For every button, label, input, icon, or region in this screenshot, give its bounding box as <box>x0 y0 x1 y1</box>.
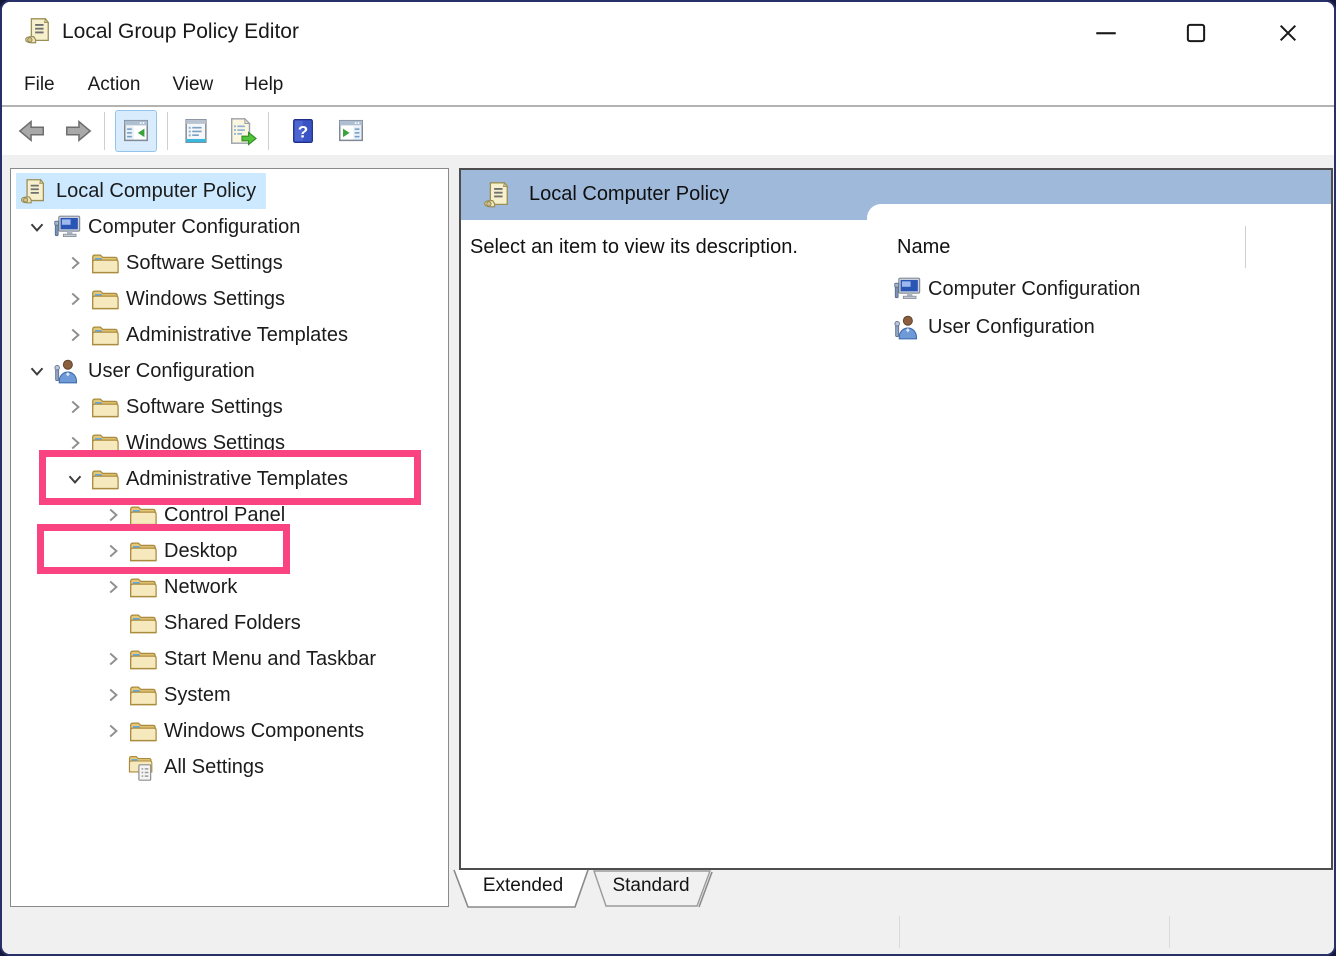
tree-item-system[interactable]: System <box>11 677 535 713</box>
folder-icon <box>90 320 120 350</box>
tab-standard[interactable]: Standard <box>596 875 706 897</box>
chevron-right-icon[interactable] <box>98 647 128 671</box>
status-bar <box>4 910 1332 954</box>
folder-icon <box>128 644 158 674</box>
help-icon <box>290 116 316 146</box>
column-divider[interactable] <box>1245 226 1246 268</box>
show-action-pane-icon <box>336 116 366 146</box>
tree-item-computer-configuration[interactable]: Computer Configuration <box>11 209 459 245</box>
folder-icon <box>128 716 158 746</box>
back-arrow-icon <box>17 116 47 146</box>
menu-help[interactable]: Help <box>244 74 283 96</box>
tree-item-computer-windows-settings[interactable]: Windows Settings <box>11 281 497 317</box>
status-bar-divider <box>1169 916 1170 948</box>
result-pane-title: Local Computer Policy <box>529 183 729 206</box>
annotation-box-desktop <box>37 524 290 574</box>
window-title: Local Group Policy Editor <box>62 20 299 44</box>
minimize-icon <box>1093 20 1119 46</box>
toolbar <box>2 107 1334 155</box>
properties-icon <box>181 116 211 146</box>
folder-icon <box>128 572 158 602</box>
chevron-right-icon[interactable] <box>98 575 128 599</box>
back-button[interactable] <box>12 111 52 151</box>
export-list-button[interactable] <box>222 111 262 151</box>
folder-icon <box>90 284 120 314</box>
maximize-icon <box>1183 20 1209 46</box>
tree-item-windows-components[interactable]: Windows Components <box>11 713 535 749</box>
menu-file[interactable]: File <box>24 74 55 96</box>
tree-item-user-configuration[interactable]: User Configuration <box>11 353 459 389</box>
user-icon <box>52 356 82 386</box>
tree-item-computer-software-settings[interactable]: Software Settings <box>11 245 497 281</box>
list-item-computer-configuration[interactable]: Computer Configuration <box>892 270 1140 308</box>
local-group-policy-editor-window: Local Group Policy Editor File Action Vi… <box>0 0 1336 956</box>
toolbar-separator <box>167 112 168 150</box>
forward-button[interactable] <box>58 111 98 151</box>
chevron-placeholder <box>98 611 128 635</box>
tree-item-user-software-settings[interactable]: Software Settings <box>11 389 497 425</box>
tree-item-computer-administrative-templates[interactable]: Administrative Templates <box>11 317 497 353</box>
show-action-pane-button[interactable] <box>331 111 371 151</box>
chevron-right-icon[interactable] <box>60 323 90 347</box>
user-icon <box>892 312 922 342</box>
scroll-icon <box>18 176 48 206</box>
list-item-user-configuration[interactable]: User Configuration <box>892 308 1095 346</box>
all-settings-icon <box>128 752 158 782</box>
menu-bar: File Action View Help <box>2 64 1334 107</box>
result-pane: Local Computer Policy Select an item to … <box>459 168 1333 870</box>
chevron-right-icon[interactable] <box>98 683 128 707</box>
forward-arrow-icon <box>63 116 93 146</box>
tree-item-start-menu-and-taskbar[interactable]: Start Menu and Taskbar <box>11 641 535 677</box>
chevron-right-icon[interactable] <box>60 251 90 275</box>
status-bar-divider <box>899 916 900 948</box>
gpedit-scroll-icon <box>22 16 52 46</box>
folder-icon <box>90 392 120 422</box>
folder-icon <box>90 248 120 278</box>
title-bar: Local Group Policy Editor <box>2 2 1334 64</box>
properties-button[interactable] <box>176 111 216 151</box>
toolbar-separator <box>104 112 105 150</box>
tree-item-all-settings[interactable]: All Settings <box>11 749 535 785</box>
chevron-down-icon[interactable] <box>22 215 52 239</box>
show-console-tree-button[interactable] <box>115 110 157 152</box>
tree-item-network[interactable]: Network <box>11 569 535 605</box>
tree-selection-highlight: Local Computer Policy <box>16 173 266 209</box>
export-list-icon <box>227 116 257 146</box>
folder-icon <box>128 680 158 710</box>
computer-icon <box>892 274 922 304</box>
minimize-button[interactable] <box>1082 14 1130 52</box>
chevron-right-icon[interactable] <box>60 395 90 419</box>
tree-item-local-computer-policy[interactable]: Local Computer Policy <box>11 173 453 209</box>
close-icon <box>1275 20 1301 46</box>
annotation-box-administrative-templates <box>39 450 421 505</box>
column-header-name[interactable]: Name <box>897 236 950 259</box>
description-text: Select an item to view its description. <box>470 236 798 259</box>
computer-icon <box>52 212 82 242</box>
menu-view[interactable]: View <box>172 74 213 96</box>
chevron-right-icon[interactable] <box>60 287 90 311</box>
maximize-button[interactable] <box>1172 14 1220 52</box>
tab-extended[interactable]: Extended <box>468 875 578 897</box>
chevron-down-icon[interactable] <box>22 359 52 383</box>
close-button[interactable] <box>1264 14 1312 52</box>
chevron-placeholder <box>98 755 128 779</box>
help-button[interactable] <box>283 111 323 151</box>
chevron-right-icon[interactable] <box>98 719 128 743</box>
menu-action[interactable]: Action <box>88 74 141 96</box>
show-console-tree-icon <box>121 116 151 146</box>
toolbar-separator <box>268 112 269 150</box>
tree-item-shared-folders[interactable]: Shared Folders <box>11 605 535 641</box>
scroll-icon <box>481 180 511 210</box>
folder-icon <box>128 608 158 638</box>
